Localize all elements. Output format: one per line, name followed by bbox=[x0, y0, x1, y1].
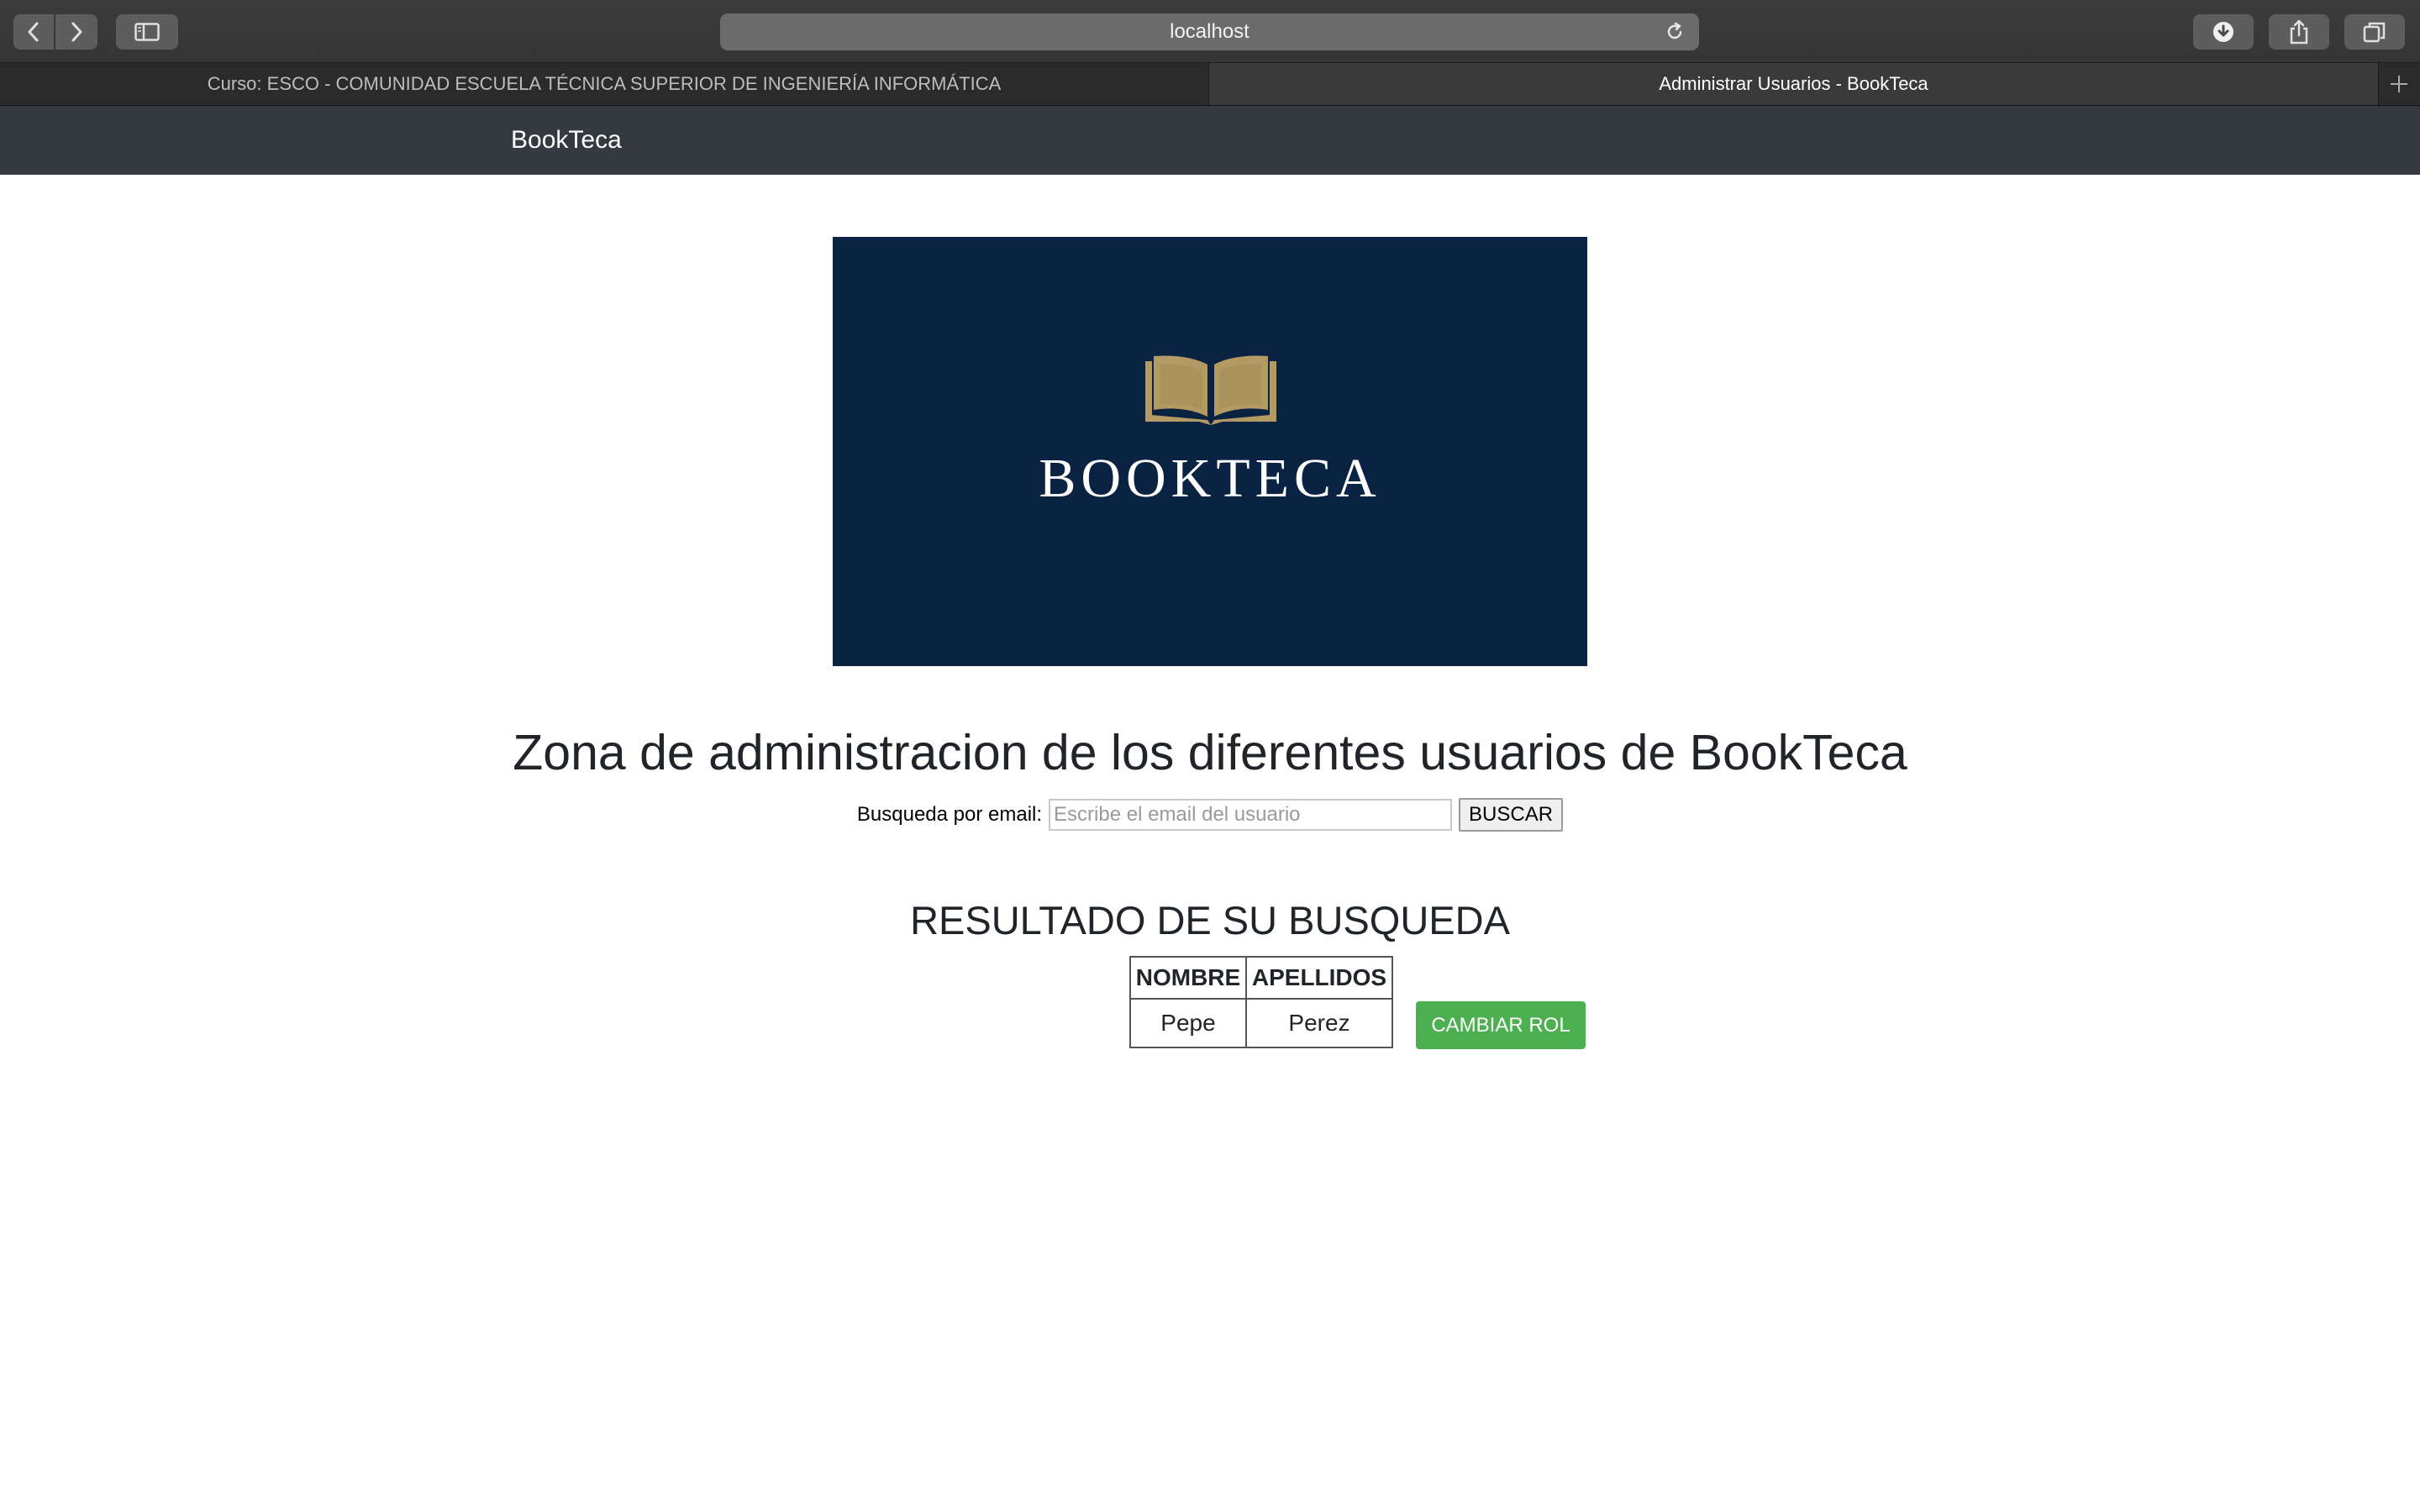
address-bar[interactable]: localhost bbox=[720, 13, 1699, 50]
back-button[interactable] bbox=[13, 14, 54, 50]
tabs-overview-button[interactable] bbox=[2344, 14, 2405, 50]
search-form: Busqueda por email: BUSCAR bbox=[0, 795, 2420, 835]
sidebar-icon bbox=[134, 23, 160, 41]
share-icon bbox=[2290, 19, 2308, 45]
bookteca-logo: BOOKTECA bbox=[833, 237, 1587, 666]
page-title: Zona de administracion de los diferentes… bbox=[513, 725, 1907, 780]
email-search-input[interactable] bbox=[1049, 799, 1453, 831]
reload-icon[interactable] bbox=[1664, 21, 1686, 43]
column-header-nombre: NOMBRE bbox=[1129, 956, 1247, 1000]
url-text: localhost bbox=[1170, 20, 1249, 43]
plus-icon bbox=[2391, 76, 2407, 92]
tab-administrar-usuarios[interactable]: Administrar Usuarios - BookTeca bbox=[1209, 63, 2378, 105]
navbar-brand[interactable]: BookTeca bbox=[511, 126, 622, 155]
share-button[interactable] bbox=[2269, 14, 2329, 50]
cell-apellidos: Perez bbox=[1245, 999, 1393, 1048]
download-icon bbox=[2213, 22, 2233, 42]
downloads-button[interactable] bbox=[2193, 14, 2254, 50]
search-label: Busqueda por email: bbox=[856, 803, 1043, 826]
open-book-icon bbox=[1145, 355, 1276, 425]
cell-nombre: Pepe bbox=[1129, 999, 1247, 1048]
new-tab-button[interactable] bbox=[2378, 63, 2420, 105]
browser-toolbar: localhost bbox=[0, 0, 2420, 63]
chevron-right-icon bbox=[71, 22, 82, 42]
tabs-icon bbox=[2363, 22, 2386, 43]
column-header-apellidos: APELLIDOS bbox=[1245, 956, 1393, 1000]
chevron-left-icon bbox=[28, 22, 39, 42]
tab-label: Curso: ESCO - COMUNIDAD ESCUELA TÉCNICA … bbox=[207, 73, 1002, 94]
site-navbar: BookTeca bbox=[0, 106, 2420, 175]
tab-label: Administrar Usuarios - BookTeca bbox=[1659, 73, 1928, 94]
results-table: NOMBRE APELLIDOS Pepe Perez bbox=[1129, 956, 1393, 1048]
forward-button[interactable] bbox=[55, 14, 97, 50]
tab-curso[interactable]: Curso: ESCO - COMUNIDAD ESCUELA TÉCNICA … bbox=[0, 63, 1208, 105]
change-role-button[interactable]: CAMBIAR ROL bbox=[1416, 1001, 1586, 1049]
tab-bar: Curso: ESCO - COMUNIDAD ESCUELA TÉCNICA … bbox=[0, 63, 2420, 106]
table-row: Pepe Perez bbox=[1129, 999, 1393, 1048]
results-title: RESULTADO DE SU BUSQUEDA bbox=[910, 898, 1510, 942]
logo-wordmark: BOOKTECA bbox=[1039, 448, 1381, 509]
search-button[interactable]: BUSCAR bbox=[1459, 798, 1564, 832]
sidebar-button[interactable] bbox=[116, 14, 178, 50]
table-header-row: NOMBRE APELLIDOS bbox=[1129, 956, 1393, 1000]
